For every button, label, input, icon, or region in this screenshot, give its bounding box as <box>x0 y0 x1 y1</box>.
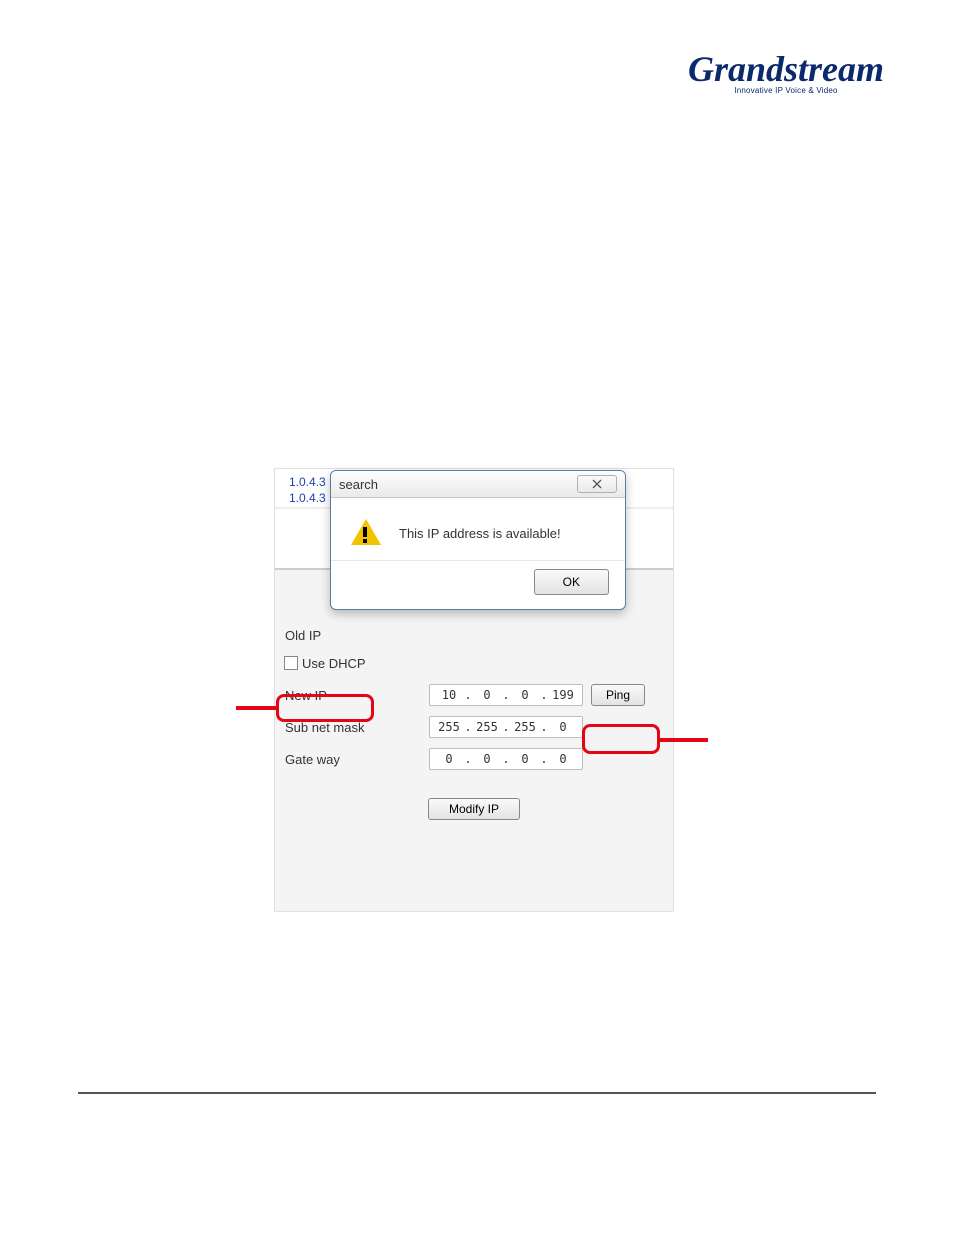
ip-octet: 0 <box>548 720 578 734</box>
ip-octet: 255 <box>510 720 540 734</box>
modify-ip-button[interactable]: Modify IP <box>428 798 520 820</box>
ip-octet: 0 <box>510 752 540 766</box>
brand-logo: Grandstream Innovative IP Voice & Video <box>688 55 884 95</box>
brand-logo-text: Grandstream <box>688 55 884 84</box>
ip-octet: 10 <box>434 688 464 702</box>
dialog-title: search <box>339 477 378 492</box>
ip-octet: 255 <box>434 720 464 734</box>
ip-octet: 0 <box>472 688 502 702</box>
ip-octet: 0 <box>472 752 502 766</box>
warning-icon <box>351 519 381 547</box>
ip-octet: 0 <box>434 752 464 766</box>
ip-octet: 255 <box>472 720 502 734</box>
new-ip-input[interactable]: 10. 0. 0. 199 <box>429 684 583 706</box>
use-dhcp-checkbox[interactable]: Use DHCP <box>281 653 371 674</box>
dialog-message: This IP address is available! <box>399 526 561 541</box>
checkbox-icon <box>284 656 298 670</box>
page-divider <box>78 1092 876 1094</box>
subnet-input[interactable]: 255. 255. 255. 0 <box>429 716 583 738</box>
callout-line <box>660 738 708 742</box>
gateway-input[interactable]: 0. 0. 0. 0 <box>429 748 583 770</box>
ip-octet: 0 <box>548 752 578 766</box>
gateway-label: Gate way <box>285 752 373 767</box>
ip-octet: 199 <box>548 688 578 702</box>
search-dialog: search This IP address is available! OK <box>330 470 626 610</box>
ip-octet: 0 <box>510 688 540 702</box>
dialog-titlebar: search <box>331 471 625 498</box>
ping-button[interactable]: Ping <box>591 684 645 706</box>
close-icon <box>590 478 604 490</box>
highlight-dhcp <box>276 694 374 722</box>
old-ip-label: Old IP <box>285 628 373 643</box>
dialog-close-button[interactable] <box>577 475 617 493</box>
ok-button[interactable]: OK <box>534 569 609 595</box>
highlight-ping <box>582 724 660 754</box>
use-dhcp-label: Use DHCP <box>302 656 366 671</box>
callout-line <box>236 706 278 710</box>
